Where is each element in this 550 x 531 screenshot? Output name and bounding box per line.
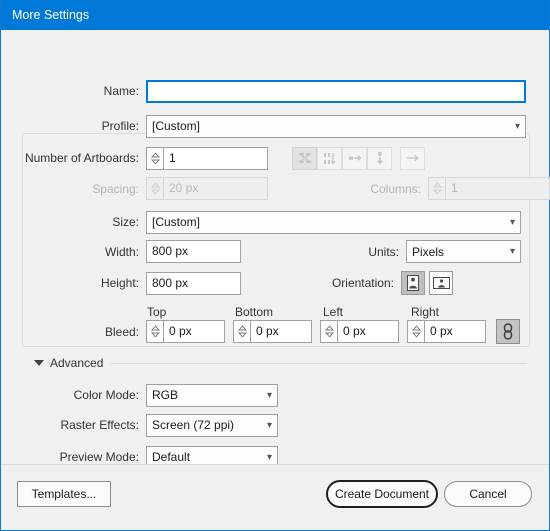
grid-by-row-icon[interactable] xyxy=(292,146,317,170)
bleed-right-value: 0 px xyxy=(430,324,453,338)
height-orientation-row: Height: 800 px Orientation: xyxy=(1,271,529,295)
artboards-stepper[interactable]: 1 xyxy=(146,146,268,170)
raster-effects-value: Screen (72 ppi) xyxy=(152,418,235,432)
profile-row: Profile: [Custom] ▾ xyxy=(1,113,529,139)
width-value: 800 px xyxy=(152,244,189,258)
name-label: Name: xyxy=(103,84,139,98)
units-select[interactable]: Pixels ▾ xyxy=(406,240,521,263)
chevron-down-icon: ▾ xyxy=(266,389,272,401)
title-bar: More Settings xyxy=(1,0,549,30)
columns-stepper: 1 xyxy=(428,177,550,200)
bleed-left-stepper[interactable]: 0 px xyxy=(320,320,399,343)
bleed-top-value: 0 px xyxy=(169,324,192,338)
artboards-value: 1 xyxy=(169,150,176,165)
dialog-footer: Templates... Create Document Cancel xyxy=(1,464,549,530)
link-chain-icon[interactable] xyxy=(496,319,520,344)
chevron-down-icon: ▾ xyxy=(509,216,515,228)
units-label: Units: xyxy=(368,244,399,259)
bleed-right-header: Right xyxy=(411,305,440,319)
color-mode-row: Color Mode: RGB ▾ xyxy=(1,382,529,408)
bleed-top-header: Top xyxy=(147,305,167,319)
orientation-label: Orientation: xyxy=(331,276,394,290)
height-input[interactable]: 800 px xyxy=(146,271,241,295)
chevron-down-icon: ▾ xyxy=(514,120,520,132)
bleed-top-stepper[interactable]: 0 px xyxy=(146,320,225,343)
templates-button[interactable]: Templates... xyxy=(17,481,111,507)
color-mode-value: RGB xyxy=(152,388,179,402)
raster-effects-label: Raster Effects: xyxy=(60,418,139,432)
width-units-row: Width: 800 px Units: Pixels ▾ xyxy=(1,240,529,263)
bleed-right-spinner-buttons[interactable] xyxy=(407,320,424,343)
color-mode-select[interactable]: RGB ▾ xyxy=(146,383,278,407)
bleed-label: Bleed: xyxy=(104,324,139,339)
columns-spinner-buttons xyxy=(428,177,445,200)
landscape-icon[interactable] xyxy=(429,271,453,295)
columns-input: 1 xyxy=(445,177,550,200)
spacing-columns-row: Spacing: 20 px Columns: 1 xyxy=(1,177,550,200)
name-row: Name: xyxy=(1,78,529,104)
bleed-left-spinner-buttons[interactable] xyxy=(320,320,337,343)
spacing-label: Spacing: xyxy=(92,181,139,196)
size-select[interactable]: [Custom] ▾ xyxy=(146,210,521,234)
bleed-top-spinner-buttons[interactable] xyxy=(146,320,163,343)
artboards-row: Number of Artboards: 1 xyxy=(1,145,529,171)
spacing-value: 20 px xyxy=(169,181,199,195)
height-value: 800 px xyxy=(152,275,189,290)
profile-select[interactable]: [Custom] ▾ xyxy=(146,114,526,138)
spacing-spinner-buttons xyxy=(146,177,163,200)
arrange-by-row-icon[interactable] xyxy=(342,146,367,170)
size-value: [Custom] xyxy=(152,215,201,229)
spacing-stepper: 20 px xyxy=(146,177,268,200)
bleed-right-stepper[interactable]: 0 px xyxy=(407,320,486,343)
create-document-button[interactable]: Create Document xyxy=(326,480,438,508)
portrait-icon[interactable] xyxy=(401,271,425,295)
dialog-title: More Settings xyxy=(12,8,90,22)
artboards-label: Number of Artboards: xyxy=(24,151,139,165)
grid-by-column-icon[interactable] xyxy=(317,146,342,170)
profile-value: [Custom] xyxy=(152,119,201,133)
columns-value: 1 xyxy=(451,181,458,195)
dialog-body: Name: Profile: [Custom] ▾ Number of Artb… xyxy=(1,30,550,530)
width-input[interactable]: 800 px xyxy=(146,240,241,263)
chevron-down-icon: ▾ xyxy=(266,451,272,463)
chevron-down-icon: ▾ xyxy=(266,419,272,431)
height-label: Height: xyxy=(100,276,139,290)
units-value: Pixels xyxy=(412,244,445,259)
right-to-left-arrow-icon[interactable] xyxy=(400,146,425,170)
color-mode-label: Color Mode: xyxy=(73,388,139,402)
bleed-left-input[interactable]: 0 px xyxy=(337,320,399,343)
triangle-down-icon xyxy=(34,360,44,366)
bleed-bottom-stepper[interactable]: 0 px xyxy=(233,320,312,343)
bleed-right-input[interactable]: 0 px xyxy=(424,320,486,343)
cancel-button[interactable]: Cancel xyxy=(444,481,532,507)
width-label: Width: xyxy=(104,244,139,259)
bleed-left-header: Left xyxy=(323,305,344,319)
preview-mode-value: Default xyxy=(152,450,191,464)
bleed-bottom-header: Bottom xyxy=(235,305,274,319)
size-label: Size: xyxy=(112,215,139,229)
advanced-label: Advanced xyxy=(50,356,104,370)
more-settings-dialog: More Settings Name: Profile: [Custom] ▾ … xyxy=(0,0,550,531)
bleed-bottom-spinner-buttons[interactable] xyxy=(233,320,250,343)
raster-effects-select[interactable]: Screen (72 ppi) ▾ xyxy=(146,413,278,437)
bleed-left-value: 0 px xyxy=(343,324,366,338)
artboards-input[interactable]: 1 xyxy=(163,146,268,170)
bleed-top-input[interactable]: 0 px xyxy=(163,320,225,343)
profile-label: Profile: xyxy=(101,119,139,133)
size-row: Size: [Custom] ▾ xyxy=(1,209,529,235)
artboards-spinner-buttons[interactable] xyxy=(146,146,163,170)
bleed-row: Bleed: 0 px 0 px 0 px 0 px xyxy=(1,319,541,344)
bleed-bottom-value: 0 px xyxy=(256,324,279,338)
preview-mode-label: Preview Mode: xyxy=(59,450,139,464)
spacing-input: 20 px xyxy=(163,177,268,200)
advanced-section-header[interactable]: Advanced xyxy=(34,356,527,370)
name-input[interactable] xyxy=(146,79,526,103)
bleed-bottom-input[interactable]: 0 px xyxy=(250,320,312,343)
arrange-by-column-icon[interactable] xyxy=(367,146,392,170)
raster-effects-row: Raster Effects: Screen (72 ppi) ▾ xyxy=(1,412,529,438)
columns-label: Columns: xyxy=(370,181,421,196)
chevron-down-icon: ▾ xyxy=(509,246,515,257)
advanced-divider xyxy=(110,362,527,364)
